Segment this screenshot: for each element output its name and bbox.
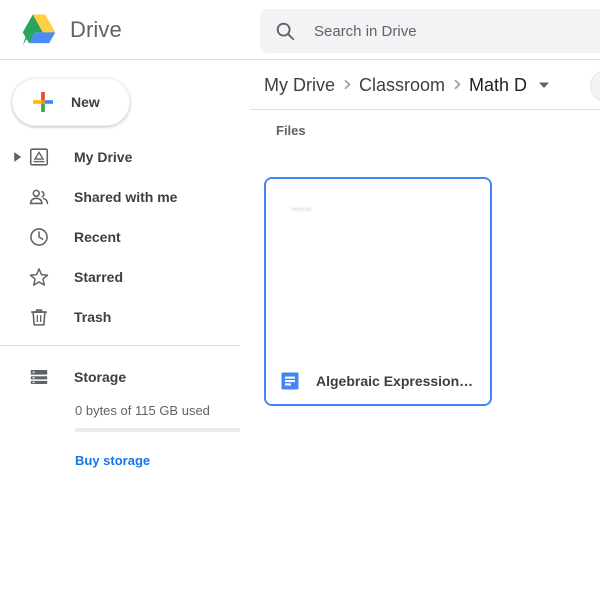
storage-section: Storage 0 bytes of 115 GB used Buy stora…: [0, 357, 250, 397]
file-thumbnail: Jeffords: [266, 179, 490, 362]
new-button[interactable]: New: [12, 78, 130, 126]
new-button-label: New: [71, 94, 100, 110]
chevron-right-icon: [335, 78, 359, 93]
trash-icon: [28, 306, 50, 328]
sidebar-item-my-drive[interactable]: My Drive: [0, 137, 250, 177]
chevron-right-icon: [445, 78, 469, 93]
buy-storage-link[interactable]: Buy storage: [75, 453, 150, 468]
sidebar-item-trash[interactable]: Trash: [0, 297, 250, 337]
sidebar-item-label: Shared with me: [74, 189, 177, 205]
google-drive-app: Drive New: [0, 0, 600, 600]
main-content: My Drive Classroom Math D Files Jeffords: [250, 61, 600, 600]
file-name: Algebraic Expressions As…: [316, 373, 476, 389]
file-card-footer: Algebraic Expressions As…: [266, 358, 490, 404]
sidebar-divider: [0, 345, 240, 346]
breadcrumb-item-my-drive[interactable]: My Drive: [264, 75, 335, 96]
search-icon: [274, 20, 296, 42]
brand-title: Drive: [70, 17, 122, 43]
sidebar-item-label: Recent: [74, 229, 121, 245]
search-input[interactable]: [314, 19, 600, 43]
files-section-label: Files: [276, 123, 306, 138]
sidebar-item-recent[interactable]: Recent: [0, 217, 250, 257]
sidebar-item-label: My Drive: [74, 149, 132, 165]
breadcrumb: My Drive Classroom Math D: [250, 61, 600, 110]
search-bar[interactable]: [260, 9, 600, 53]
clock-icon: [28, 226, 50, 248]
sidebar-item-label: Starred: [74, 269, 123, 285]
storage-progress-bar: [75, 428, 240, 432]
header-round-button[interactable]: [590, 70, 600, 102]
brand[interactable]: Drive: [20, 12, 122, 48]
thumbnail-preview-text: Jeffords: [291, 207, 312, 213]
app-header: Drive: [0, 0, 600, 60]
sidebar: New My Drive: [0, 61, 250, 600]
storage-label: Storage: [74, 369, 126, 385]
drive-icon: [28, 146, 50, 168]
sidebar-nav-list: My Drive Shared with me Recent: [0, 137, 250, 337]
sidebar-item-starred[interactable]: Starred: [0, 257, 250, 297]
breadcrumb-item-classroom[interactable]: Classroom: [359, 75, 445, 96]
google-drive-logo-icon: [20, 13, 58, 47]
plus-icon: [31, 90, 55, 114]
sidebar-item-label: Trash: [74, 309, 111, 325]
storage-icon: [28, 366, 50, 388]
breadcrumb-item-current[interactable]: Math D: [469, 75, 527, 96]
star-icon: [28, 266, 50, 288]
triangle-right-icon[interactable]: [10, 150, 24, 164]
file-card[interactable]: Jeffords Algebraic Expressions As…: [264, 177, 492, 406]
google-docs-icon: [280, 371, 300, 391]
sidebar-item-storage[interactable]: Storage: [0, 357, 250, 397]
sidebar-item-shared-with-me[interactable]: Shared with me: [0, 177, 250, 217]
people-icon: [28, 186, 50, 208]
storage-usage-text: 0 bytes of 115 GB used: [75, 403, 210, 418]
chevron-down-icon[interactable]: [536, 77, 552, 93]
